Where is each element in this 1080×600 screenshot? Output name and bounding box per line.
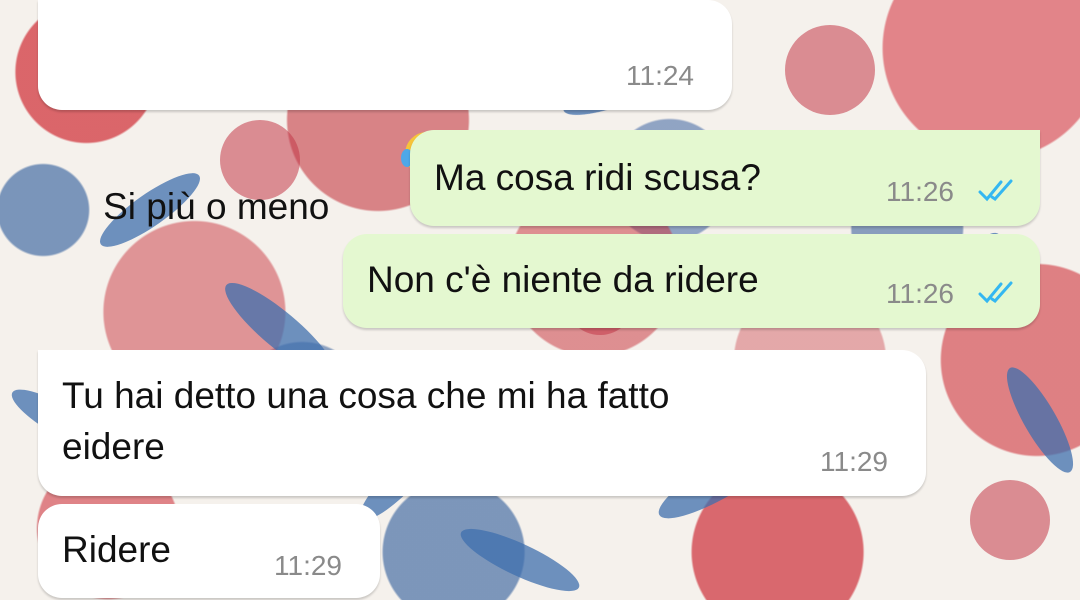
message-bubble-incoming[interactable]: Si più o meno 11:24 [38, 0, 732, 227]
message-text: Non c'è niente da ridere [367, 259, 759, 300]
message-timestamp: 11:29 [820, 446, 888, 477]
message-text: Ridere [62, 529, 171, 570]
message-bubble-incoming[interactable]: Tu hai detto una cosa che mi ha fatto ei… [38, 350, 926, 496]
message-timestamp: 11:29 [274, 550, 342, 581]
message-bubble-incoming[interactable]: Ridere 11:29 [38, 504, 380, 598]
read-receipt-icon [978, 179, 1013, 202]
message-bubble-outgoing[interactable]: Non c'è niente da ridere 11:26 [343, 234, 1040, 328]
message-text: Ma cosa ridi scusa? [434, 157, 761, 198]
message-timestamp: 11:24 [626, 60, 694, 91]
message-text: Tu hai detto una cosa che mi ha fatto ei… [62, 375, 670, 467]
message-bubble-outgoing[interactable]: Ma cosa ridi scusa? 11:26 [410, 130, 1040, 226]
message-text: Si più o meno [103, 186, 330, 227]
read-receipt-icon [978, 281, 1013, 304]
message-timestamp: 11:26 [886, 278, 954, 309]
message-timestamp: 11:26 [886, 176, 954, 207]
